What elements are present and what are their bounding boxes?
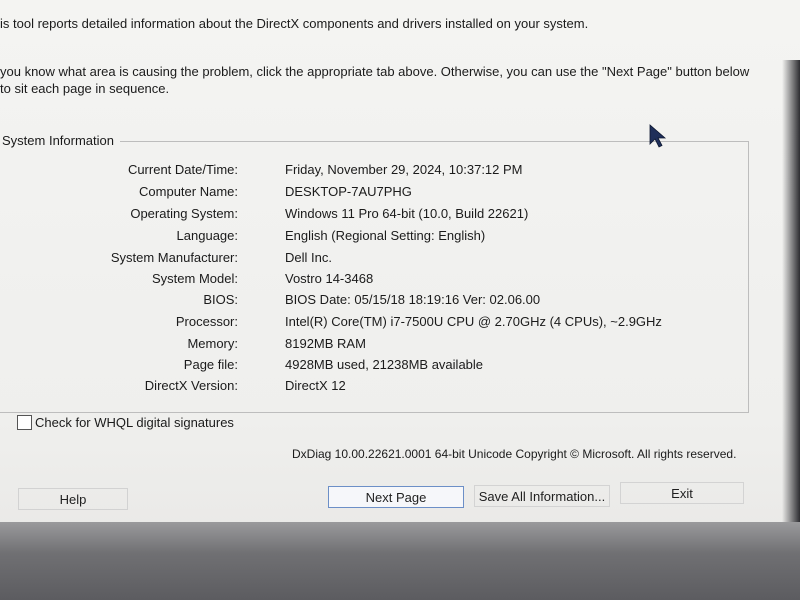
info-row-page-file: Page file: 4928MB used, 21238MB availabl… <box>0 357 760 375</box>
info-label: System Manufacturer: <box>110 250 238 265</box>
info-row-operating-system: Operating System: Windows 11 Pro 64-bit … <box>0 206 760 224</box>
info-row-language: Language: English (Regional Setting: Eng… <box>0 228 760 246</box>
info-row-processor: Processor: Intel(R) Core(TM) i7-7500U CP… <box>0 314 760 332</box>
intro-line-2: you know what area is causing the proble… <box>0 64 750 96</box>
info-value: DirectX 12 <box>285 378 346 393</box>
dxdiag-window: is tool reports detailed information abo… <box>0 0 800 600</box>
screen-edge-shadow <box>782 60 800 540</box>
save-all-information-button[interactable]: Save All Information... <box>474 485 610 507</box>
info-label: Processor: <box>175 314 238 329</box>
info-row-memory: Memory: 8192MB RAM <box>0 336 760 354</box>
laptop-bezel <box>0 522 800 600</box>
info-row-system-model: System Model: Vostro 14-3468 <box>0 271 760 289</box>
info-value: Dell Inc. <box>285 250 332 265</box>
whql-checkbox[interactable] <box>17 415 32 430</box>
info-value: 4928MB used, 21238MB available <box>285 357 484 372</box>
info-label: DirectX Version: <box>144 378 238 393</box>
exit-button[interactable]: Exit <box>620 482 744 504</box>
info-label: Language: <box>176 228 238 243</box>
info-value: Friday, November 29, 2024, 10:37:12 PM <box>285 162 523 177</box>
info-row-directx-version: DirectX Version: DirectX 12 <box>0 378 760 396</box>
system-information-title: System Information <box>0 133 120 148</box>
dxdiag-version-copyright: DxDiag 10.00.22621.0001 64-bit Unicode C… <box>292 447 737 461</box>
whql-checkbox-row[interactable]: Check for WHQL digital signatures <box>17 415 234 430</box>
info-label: Current Date/Time: <box>127 162 238 177</box>
info-value: BIOS Date: 05/15/18 18:19:16 Ver: 02.06.… <box>285 292 541 307</box>
info-label: Memory: <box>187 336 238 351</box>
info-label: Computer Name: <box>139 184 238 199</box>
info-value: Vostro 14-3468 <box>285 271 374 286</box>
whql-checkbox-label: Check for WHQL digital signatures <box>35 415 234 430</box>
info-value: Windows 11 Pro 64-bit (10.0, Build 22621… <box>285 206 529 221</box>
mouse-pointer-icon-svg <box>649 124 667 148</box>
info-label: Operating System: <box>130 206 238 221</box>
info-value: Intel(R) Core(TM) i7-7500U CPU @ 2.70GHz… <box>285 314 662 329</box>
info-value: 8192MB RAM <box>285 336 366 351</box>
help-button[interactable]: Help <box>18 488 128 510</box>
info-value: DESKTOP-7AU7PHG <box>285 184 412 199</box>
info-row-system-manufacturer: System Manufacturer: Dell Inc. <box>0 250 760 268</box>
info-row-bios: BIOS: BIOS Date: 05/15/18 18:19:16 Ver: … <box>0 292 760 310</box>
intro-line-1: is tool reports detailed information abo… <box>0 16 589 31</box>
info-label: System Model: <box>152 271 238 286</box>
info-label: BIOS: <box>203 292 238 307</box>
next-page-button[interactable]: Next Page <box>328 486 464 508</box>
info-row-current-datetime: Current Date/Time: Friday, November 29, … <box>0 162 760 180</box>
info-row-computer-name: Computer Name: DESKTOP-7AU7PHG <box>0 184 760 202</box>
info-label: Page file: <box>183 357 238 372</box>
info-value: English (Regional Setting: English) <box>285 228 486 243</box>
